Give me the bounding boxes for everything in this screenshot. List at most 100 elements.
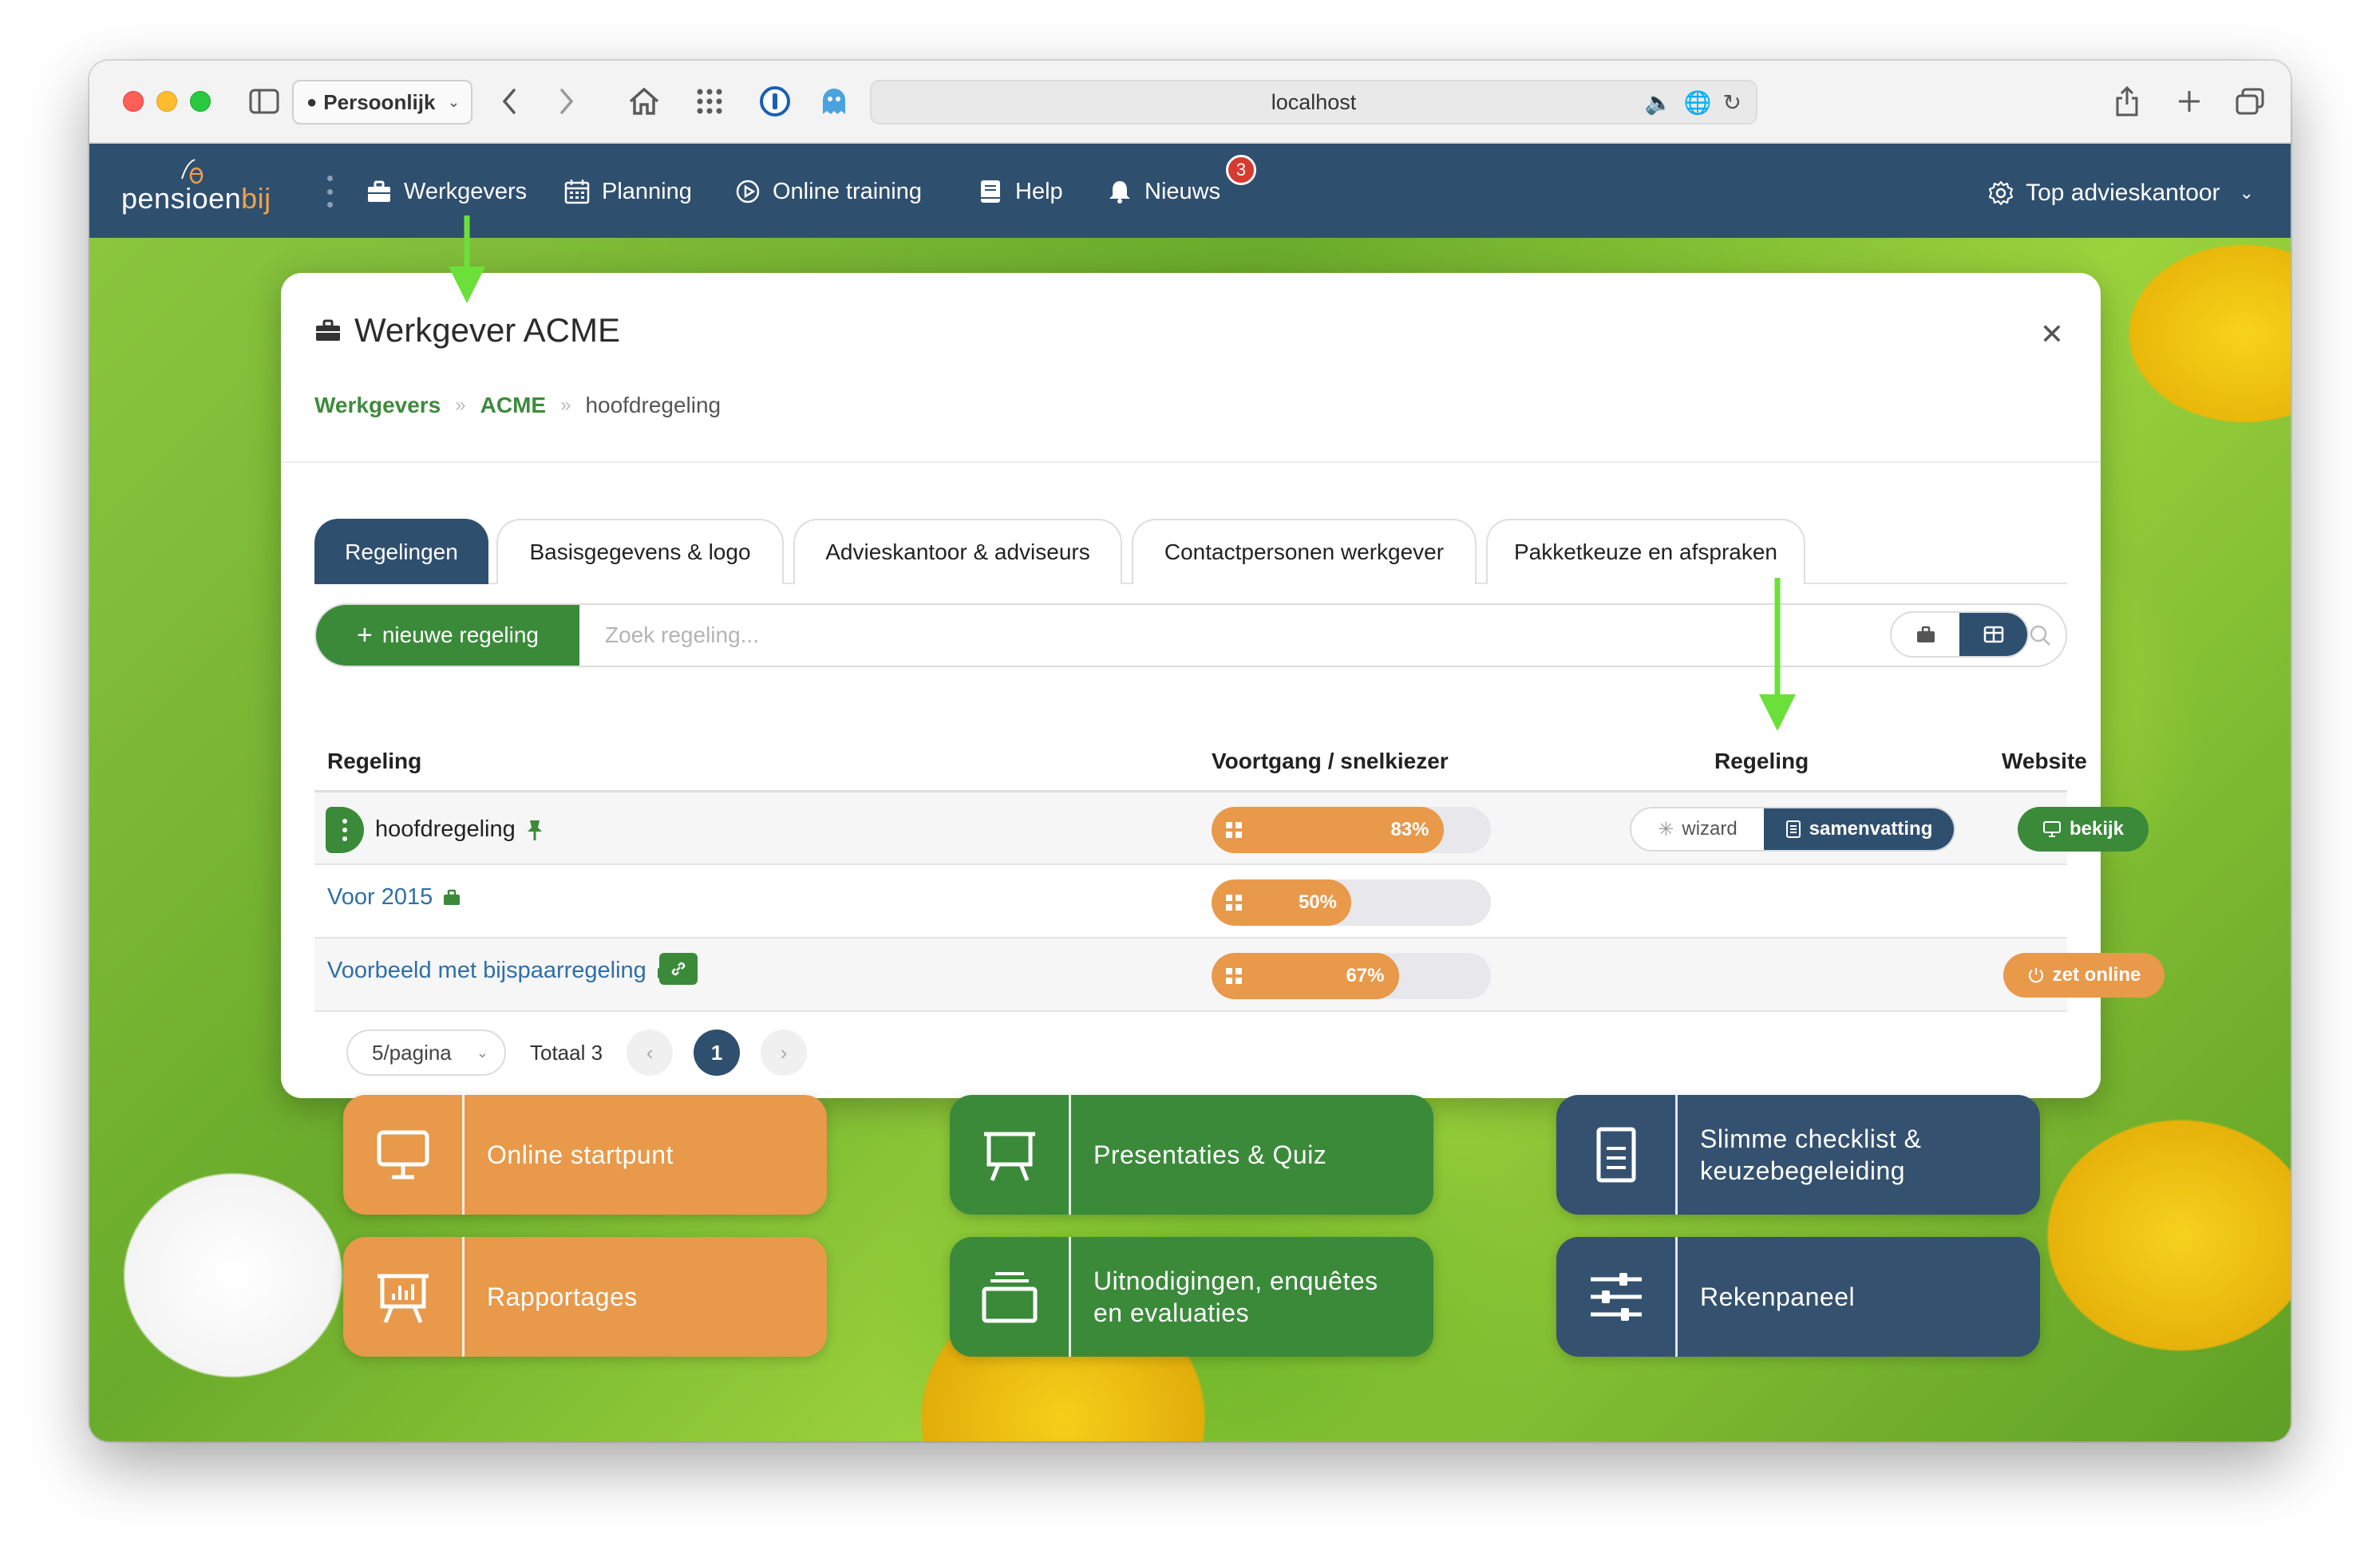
account-label: Top advieskantoor	[2026, 180, 2220, 206]
share-icon[interactable]	[2109, 81, 2145, 121]
minimize-window-button[interactable]	[156, 91, 177, 112]
table-view-button[interactable]	[1959, 613, 2027, 656]
regeling-name[interactable]: Voor 2015	[327, 884, 461, 911]
new-tab-icon[interactable]	[2171, 81, 2208, 121]
tile-uitnodigingen[interactable]: Uitnodigingen, enquêtes en evaluaties	[950, 1237, 1433, 1357]
chart-board-icon	[343, 1237, 465, 1357]
bekijk-website-button[interactable]: bekijk	[2018, 807, 2149, 852]
nav-item-planning[interactable]: Planning	[563, 174, 692, 209]
speaker-icon[interactable]: 🔈	[1645, 89, 1673, 116]
app-navbar: pensioenbij Werkgevers Planning Online t…	[89, 144, 2291, 238]
play-circle-icon	[736, 180, 760, 204]
breadcrumb-separator-icon: »	[455, 394, 466, 416]
nav-item-nieuws[interactable]: Nieuws	[1106, 174, 1220, 209]
tile-slimme-checklist[interactable]: Slimme checklist & keuzebegeleiding	[1556, 1095, 2040, 1215]
search-input[interactable]	[579, 605, 1777, 666]
regeling-action-group: ✳ wizard samenvatting	[1630, 807, 1955, 852]
tab-contactpersonen[interactable]: Contactpersonen werkgever	[1132, 519, 1477, 584]
tab-basisgegevens[interactable]: Basisgegevens & logo	[496, 519, 784, 584]
tab-overview-icon[interactable]	[2232, 81, 2268, 121]
tile-presentaties-quiz[interactable]: Presentaties & Quiz	[950, 1095, 1433, 1215]
home-icon[interactable]	[626, 81, 662, 121]
briefcase-icon	[316, 319, 340, 341]
table-icon	[1983, 626, 2003, 643]
breadcrumb: Werkgevers » ACME » hoofdregeling	[314, 393, 721, 418]
calendar-icon	[564, 180, 590, 204]
tab-pakketkeuze[interactable]: Pakketkeuze en afspraken	[1486, 519, 1805, 584]
monitor-icon	[2042, 821, 2061, 837]
account-menu[interactable]: Top advieskantoor ⌄	[1987, 176, 2254, 211]
breadcrumb-acme[interactable]: ACME	[480, 393, 546, 418]
link-icon[interactable]	[659, 953, 698, 985]
pagination: 5/pagina ⌄ Totaal 3 ‹ 1 ›	[346, 1029, 808, 1076]
progress-bar[interactable]: 50%	[1212, 879, 1491, 926]
progress-bar[interactable]: 67%	[1212, 953, 1491, 999]
close-window-button[interactable]	[123, 91, 144, 112]
ghost-extension-icon[interactable]	[816, 81, 852, 121]
quick-select-grid-icon	[1226, 968, 1242, 984]
table-row[interactable]: Voorbeeld met bijspaarregeling 67% zet o…	[314, 939, 2165, 1012]
divider	[281, 461, 2101, 463]
apps-grid-icon[interactable]	[691, 81, 728, 121]
address-bar[interactable]: localhost 🔈 🌐 ↻	[870, 80, 1757, 124]
column-header-website: Website	[2002, 749, 2087, 773]
nav-item-werkgevers[interactable]: Werkgevers	[366, 174, 527, 209]
tile-rapportages[interactable]: Rapportages	[343, 1237, 827, 1357]
table-row[interactable]: hoofdregeling 83% ✳ wizard samenvatting	[314, 790, 2149, 865]
regeling-name[interactable]: hoofdregeling	[375, 816, 544, 843]
briefcase-icon	[1916, 626, 1935, 642]
progress-bar[interactable]: 83%	[1212, 807, 1491, 853]
table-row[interactable]: Voor 2015 50%	[314, 865, 2067, 939]
page-button-current[interactable]: 1	[694, 1029, 741, 1076]
app-logo[interactable]: pensioenbij	[121, 182, 271, 215]
tab-advieskantoor[interactable]: Advieskantoor & adviseurs	[793, 519, 1122, 584]
next-page-button[interactable]: ›	[761, 1029, 808, 1076]
password-manager-icon[interactable]	[757, 81, 793, 121]
column-header-regeling[interactable]: Regeling	[327, 749, 421, 774]
regeling-name[interactable]: Voorbeeld met bijspaarregeling	[327, 958, 675, 984]
view-toggle	[1890, 611, 2029, 658]
annotation-arrow-icon	[449, 215, 485, 303]
annotation-arrow-icon	[1759, 578, 1796, 731]
progress-fill: 67%	[1212, 953, 1399, 999]
column-header-voortgang: Voortgang / snelkiezer	[1212, 749, 1449, 773]
wizard-button[interactable]: ✳ wizard	[1631, 808, 1764, 850]
reload-icon[interactable]: ↻	[1723, 89, 1742, 116]
news-count-badge: 3	[1226, 155, 1256, 185]
zet-online-button[interactable]: zet online	[2003, 953, 2165, 998]
presentation-icon	[950, 1095, 1071, 1215]
prev-page-button[interactable]: ‹	[627, 1029, 674, 1076]
card-view-button[interactable]	[1892, 613, 1959, 656]
nav-more-icon[interactable]	[326, 176, 334, 207]
tile-rekenpaneel[interactable]: Rekenpaneel	[1556, 1237, 2040, 1357]
employer-modal: Werkgever ACME ✕ Werkgevers » ACME » hoo…	[281, 273, 2165, 1098]
samenvatting-button[interactable]: samenvatting	[1764, 808, 1954, 850]
close-icon[interactable]: ✕	[2040, 318, 2064, 351]
modal-title: Werkgever ACME	[314, 311, 620, 350]
new-regeling-button[interactable]: + nieuwe regeling	[316, 605, 579, 666]
back-icon[interactable]	[493, 81, 525, 121]
chevron-down-icon: ⌄	[476, 1044, 488, 1061]
tile-online-startpunt[interactable]: Online startpunt	[343, 1095, 827, 1215]
tab-regelingen[interactable]: Regelingen	[314, 519, 488, 584]
search-icon[interactable]	[2027, 622, 2053, 648]
breadcrumb-werkgevers[interactable]: Werkgevers	[314, 393, 441, 418]
per-page-select[interactable]: 5/pagina ⌄	[346, 1029, 506, 1076]
nav-item-help[interactable]: Help	[977, 174, 1063, 209]
briefcase-icon	[368, 180, 390, 202]
magic-wand-icon: ✳	[1658, 818, 1674, 840]
browser-toolbar: ● Persoonlijk ⌄ localhost 🔈 🌐 ↻	[89, 61, 2291, 144]
nav-item-online-training[interactable]: Online training	[734, 174, 922, 209]
zoom-window-button[interactable]	[190, 91, 211, 112]
search-row: + nieuwe regeling	[314, 603, 2067, 667]
inbox-stack-icon	[950, 1237, 1071, 1357]
translate-icon[interactable]: 🌐	[1684, 89, 1712, 116]
document-icon	[1785, 820, 1801, 838]
profile-selector[interactable]: ● Persoonlijk ⌄	[292, 80, 472, 124]
forward-icon[interactable]	[551, 81, 583, 121]
row-menu-handle[interactable]	[326, 807, 364, 853]
plus-icon: +	[357, 619, 373, 650]
pin-icon	[527, 820, 542, 840]
progress-fill: 83%	[1212, 807, 1444, 853]
sidebar-toggle-icon[interactable]	[246, 81, 283, 121]
